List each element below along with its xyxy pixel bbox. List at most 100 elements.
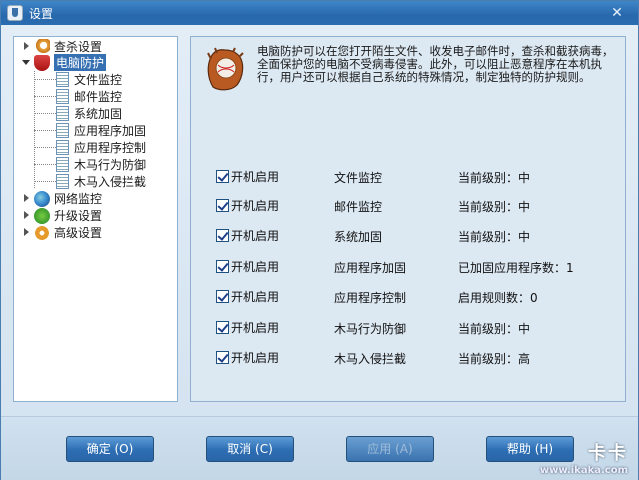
globe-icon [34,190,50,207]
tree-item-label: 高级设置 [54,226,103,240]
checkbox-checked-icon[interactable] [216,290,229,303]
tree-subitem-trojan-behavior[interactable]: 木马行为防御 [56,156,146,173]
checkbox-label: 开机启用 [231,199,280,213]
module-name: 文件监控 [334,171,383,185]
checkbox-label: 开机启用 [231,170,280,184]
tree-guide-line [34,96,56,97]
tree-item-scan-settings[interactable]: 查杀设置 [22,38,102,55]
checkbox-label: 开机启用 [231,290,280,304]
tree-subitem-app-control[interactable]: 应用程序控制 [56,139,146,156]
tree-subitem-label: 木马入侵拦截 [74,175,147,189]
expand-arrow-icon[interactable] [22,194,31,203]
setting-row-trojan-behavior: 开机启用 木马行为防御 当前级别：中 [216,319,616,337]
page-icon [56,106,69,121]
setting-row-mail-monitor: 开机启用 邮件监控 当前级别：中 [216,197,616,215]
startup-enable-checkbox[interactable]: 开机启用 [216,319,279,336]
startup-enable-checkbox[interactable]: 开机启用 [216,288,279,305]
collapse-arrow-icon[interactable] [22,58,31,67]
setting-row-trojan-intrusion: 开机启用 木马入侵拦截 当前级别：高 [216,349,616,367]
checkbox-checked-icon[interactable] [216,229,229,242]
tree-subitem-mail-monitor[interactable]: 邮件监控 [56,88,122,105]
startup-enable-checkbox[interactable]: 开机启用 [216,258,279,275]
module-name: 邮件监控 [334,200,383,214]
expand-arrow-icon[interactable] [22,42,31,51]
gear-icon [34,224,50,241]
checkbox-checked-icon[interactable] [216,321,229,334]
app-shield-icon [7,5,23,21]
baseball-glove-icon [207,47,244,91]
tree-item-label: 查杀设置 [54,40,103,54]
checkbox-label: 开机启用 [231,351,280,365]
checkbox-checked-icon[interactable] [216,260,229,273]
module-level: 启用规则数：0 [458,291,538,305]
settings-window: 设置 ✕ 查杀设置 电脑防护 文件监控 邮件监控 系统加固 应用程序加固 应用程… [0,0,639,480]
tree-guide-line [34,79,56,80]
startup-enable-checkbox[interactable]: 开机启用 [216,349,279,366]
scan-icon [34,38,50,55]
tree-item-pc-protection[interactable]: 电脑防护 [22,54,107,71]
module-name: 木马入侵拦截 [334,352,407,366]
tree-guide-line [34,181,56,182]
tree-guide-line [34,147,56,148]
module-name: 应用程序加固 [334,261,407,275]
tree-subitem-label: 应用程序加固 [74,124,147,138]
tree-item-label: 升级设置 [54,209,103,223]
protection-description: 电脑防护可以在您打开陌生文件、收发电子邮件时，查杀和截获病毒，全面保护您的电脑不… [257,44,614,84]
tree-subitem-system-hardening[interactable]: 系统加固 [56,105,122,122]
tree-item-label: 网络监控 [54,192,103,206]
startup-enable-checkbox[interactable]: 开机启用 [216,227,279,244]
setting-row-app-control: 开机启用 应用程序控制 启用规则数：0 [216,288,616,306]
tree-subitem-label: 木马行为防御 [74,158,147,172]
module-level: 当前级别：高 [458,352,531,366]
window-title: 设置 [29,6,54,21]
setting-row-system-hardening: 开机启用 系统加固 当前级别：中 [216,227,616,245]
tree-item-update-settings[interactable]: 升级设置 [22,207,102,224]
checkbox-label: 开机启用 [231,321,280,335]
tree-subitem-label: 文件监控 [74,73,123,87]
page-icon [56,157,69,172]
setting-row-app-hardening: 开机启用 应用程序加固 已加固应用程序数：1 [216,258,616,276]
pc-protection-panel: 电脑防护可以在您打开陌生文件、收发电子邮件时，查杀和截获病毒，全面保护您的电脑不… [190,36,626,402]
cancel-button[interactable]: 取消 (C) [206,436,294,462]
module-name: 应用程序控制 [334,291,407,305]
close-button[interactable]: ✕ [606,3,628,23]
tree-guide-line [34,164,56,165]
tree-subitem-trojan-intrusion[interactable]: 木马入侵拦截 [56,173,146,190]
startup-enable-checkbox[interactable]: 开机启用 [216,168,279,185]
module-name: 系统加固 [334,230,383,244]
title-bar: 设置 ✕ [1,1,638,25]
watermark-url: www.ikaka.com [539,465,628,476]
expand-arrow-icon[interactable] [22,228,31,237]
watermark-logo: 卡卡 [588,443,628,464]
page-icon [56,140,69,155]
checkbox-checked-icon[interactable] [216,170,229,183]
module-level: 当前级别：中 [458,322,531,336]
update-icon [34,207,50,224]
page-icon [56,72,69,87]
tree-item-label: 电脑防护 [54,54,107,71]
startup-enable-checkbox[interactable]: 开机启用 [216,197,279,214]
checkbox-checked-icon[interactable] [216,351,229,364]
tree-subitem-label: 系统加固 [74,107,123,121]
checkbox-label: 开机启用 [231,229,280,243]
tree-item-network-monitor[interactable]: 网络监控 [22,190,102,207]
module-level: 当前级别：中 [458,171,531,185]
tree-item-advanced-settings[interactable]: 高级设置 [22,224,102,241]
tree-subitem-app-hardening[interactable]: 应用程序加固 [56,122,146,139]
tree-subitem-file-monitor[interactable]: 文件监控 [56,71,122,88]
shield-icon [34,54,50,71]
site-watermark: 卡卡 www.ikaka.com [508,439,628,477]
page-icon [56,89,69,104]
page-icon [56,174,69,189]
expand-arrow-icon[interactable] [22,211,31,220]
module-level: 当前级别：中 [458,230,531,244]
ok-button[interactable]: 确定 (O) [66,436,154,462]
tree-subitem-label: 应用程序控制 [74,141,147,155]
tree-subitem-label: 邮件监控 [74,90,123,104]
checkbox-checked-icon[interactable] [216,199,229,212]
module-level: 当前级别：中 [458,200,531,214]
tree-guide-line [34,130,56,131]
settings-tree: 查杀设置 电脑防护 文件监控 邮件监控 系统加固 应用程序加固 应用程序控制 木… [13,36,178,402]
apply-button[interactable]: 应用 (A) [346,436,434,462]
module-level: 已加固应用程序数：1 [458,261,574,275]
